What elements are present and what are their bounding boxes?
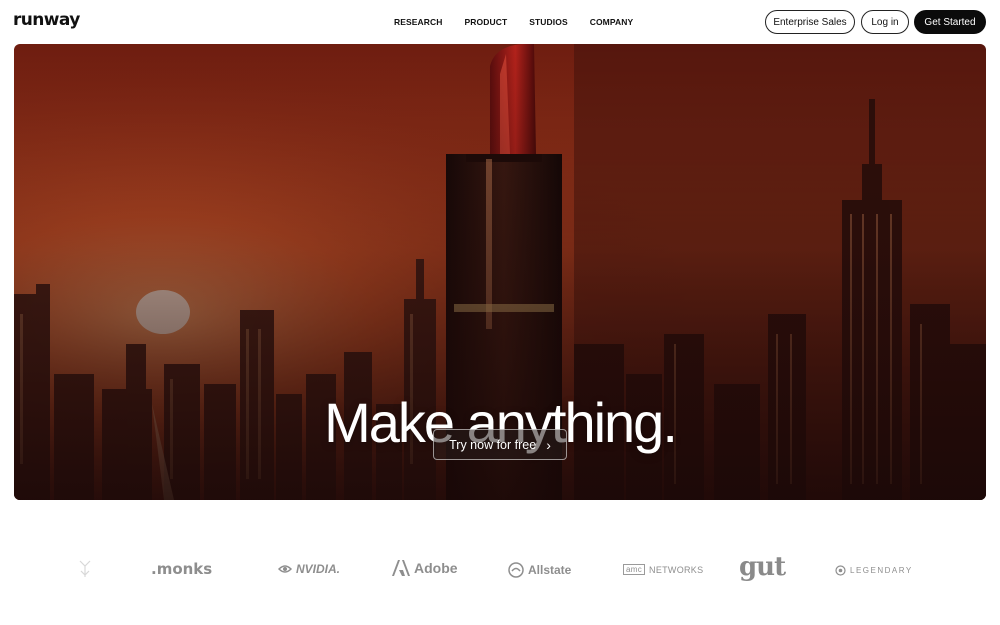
nav-company[interactable]: COMPANY (590, 17, 634, 31)
faded-brand-logo (78, 559, 92, 579)
hero-banner: Make anything. Try now for free › (14, 44, 986, 500)
try-now-button[interactable]: Try now for free › (433, 429, 567, 460)
nav-studios[interactable]: STUDIOS (529, 17, 567, 31)
runway-logo[interactable]: runway (13, 10, 80, 30)
allstate-wordmark: Allstate (528, 563, 572, 577)
nvidia-logo: NVIDIA. (278, 562, 340, 576)
allstate-hands-icon (508, 562, 524, 578)
legendary-logo: LEGENDARY (835, 565, 913, 576)
allstate-logo: Allstate (508, 562, 571, 578)
enterprise-sales-button[interactable]: Enterprise Sales (765, 10, 855, 34)
login-button[interactable]: Log in (861, 10, 909, 34)
customer-logos: .monks NVIDIA. Adobe Allstate amc NETWOR… (0, 550, 1000, 590)
get-started-button[interactable]: Get Started (914, 10, 986, 34)
amc-networks-wordmark: NETWORKS (649, 564, 704, 575)
main-nav: RESEARCH PRODUCT STUDIOS COMPANY (394, 17, 633, 31)
top-navigation-bar: runway RESEARCH PRODUCT STUDIOS COMPANY … (0, 0, 1000, 44)
gut-logo: gut (739, 552, 786, 582)
chevron-right-icon: › (546, 436, 551, 453)
nvidia-eye-icon (278, 565, 292, 573)
try-now-label: Try now for free (449, 437, 537, 452)
adobe-wordmark: Adobe (414, 560, 458, 576)
amc-box: amc (623, 564, 646, 575)
nav-product[interactable]: PRODUCT (465, 17, 508, 31)
adobe-icon (392, 560, 410, 576)
nvidia-wordmark: NVIDIA. (296, 562, 341, 576)
legendary-emblem-icon (835, 565, 846, 576)
monks-logo: .monks (151, 560, 213, 578)
adobe-logo: Adobe (392, 560, 458, 576)
nav-research[interactable]: RESEARCH (394, 17, 443, 31)
amc-networks-logo: amc NETWORKS (623, 564, 703, 575)
legendary-wordmark: LEGENDARY (850, 566, 913, 575)
